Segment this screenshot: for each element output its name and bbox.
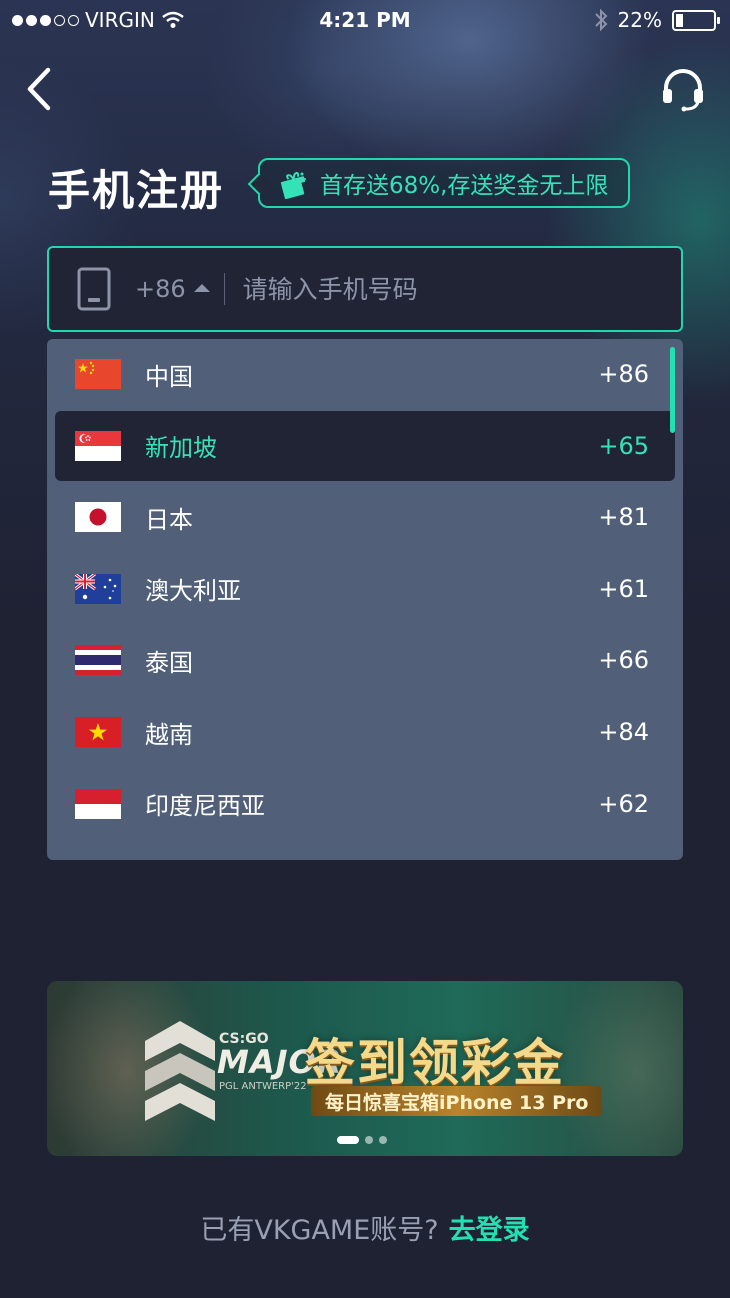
country-name: 中国 [145,362,193,391]
flag-cn-icon [75,359,121,389]
country-code: +86 [598,360,649,388]
country-name: 泰国 [145,648,193,677]
status-bar: VIRGIN 4:21 PM 22% [0,0,730,40]
bluetooth-icon [594,8,607,32]
battery-percent: 22% [617,8,662,32]
country-dropdown[interactable]: 中国 +86 新加坡 +65 日本 +81 澳大利亚 +61 泰国 +66 越南 +84 印度尼西亚 +6… [47,339,683,860]
banner-title: 签到领彩金 [305,1034,565,1092]
promo-badge[interactable]: 首存送68%,存送奖金无上限 [258,158,631,208]
flag-sg-icon [75,430,121,461]
login-link[interactable]: 去登录 [449,1215,530,1246]
country-name: 新加坡 [145,434,217,463]
carousel-pager[interactable] [337,1136,387,1144]
pager-dot[interactable] [365,1136,373,1144]
promo-banner[interactable]: CS:GO MAJOR PGL ANTWERP'22 签到领彩金 每日惊喜宝箱i… [47,981,683,1156]
page-title: 手机注册 [48,166,225,215]
login-question: 已有VKGAME账号? [200,1215,439,1246]
country-row[interactable]: 中国 +86 [55,339,675,409]
status-right: 22% [594,8,720,32]
country-code: +84 [598,718,649,746]
pager-dot[interactable] [379,1136,387,1144]
country-code: +65 [598,431,649,460]
promo-text: 首存送68%,存送奖金无上限 [320,173,609,199]
major-logo-icon [145,1021,215,1121]
country-name: 印度尼西亚 [145,792,265,821]
flag-id-icon [75,788,121,819]
country-name: 日本 [145,505,193,534]
country-code: +66 [598,646,649,675]
chevron-left-icon[interactable] [22,66,62,112]
flag-th-icon [75,645,121,676]
country-code-select[interactable]: +86 [135,275,210,303]
country-code: +61 [598,574,649,603]
pager-dot[interactable] [337,1136,359,1144]
flag-vn-icon [75,717,121,747]
country-row[interactable]: 日本 +81 [55,482,675,552]
country-row[interactable]: 泰国 +66 [55,625,675,695]
country-row[interactable]: 越南 +84 [55,697,675,767]
banner-subtitle: 每日惊喜宝箱iPhone 13 Pro [311,1086,603,1116]
country-row[interactable]: 新加坡 +65 [55,410,675,481]
country-name: 澳大利亚 [145,577,241,606]
flag-jp-icon [75,502,121,533]
logo-sub-text: PGL ANTWERP'22 [219,1081,307,1092]
country-code: +62 [598,789,649,818]
country-code: +81 [598,503,649,532]
phone-number-input[interactable] [240,258,681,320]
scrollbar-thumb[interactable] [670,347,675,433]
flag-au-icon [75,573,121,604]
country-row[interactable]: 印度尼西亚 +62 [55,769,675,839]
battery-icon [672,9,720,31]
divider [223,273,225,305]
gift-icon [280,171,306,200]
country-row[interactable]: 澳大利亚 +61 [55,554,675,624]
country-name: 越南 [145,720,193,749]
mobile-phone-icon [77,267,111,311]
headset-icon[interactable] [660,66,706,112]
caret-up-icon [193,284,210,292]
phone-input-group: +86 [47,246,683,332]
country-code-value: +86 [135,275,186,303]
login-prompt: 已有VKGAME账号? 去登录 [0,1208,730,1247]
